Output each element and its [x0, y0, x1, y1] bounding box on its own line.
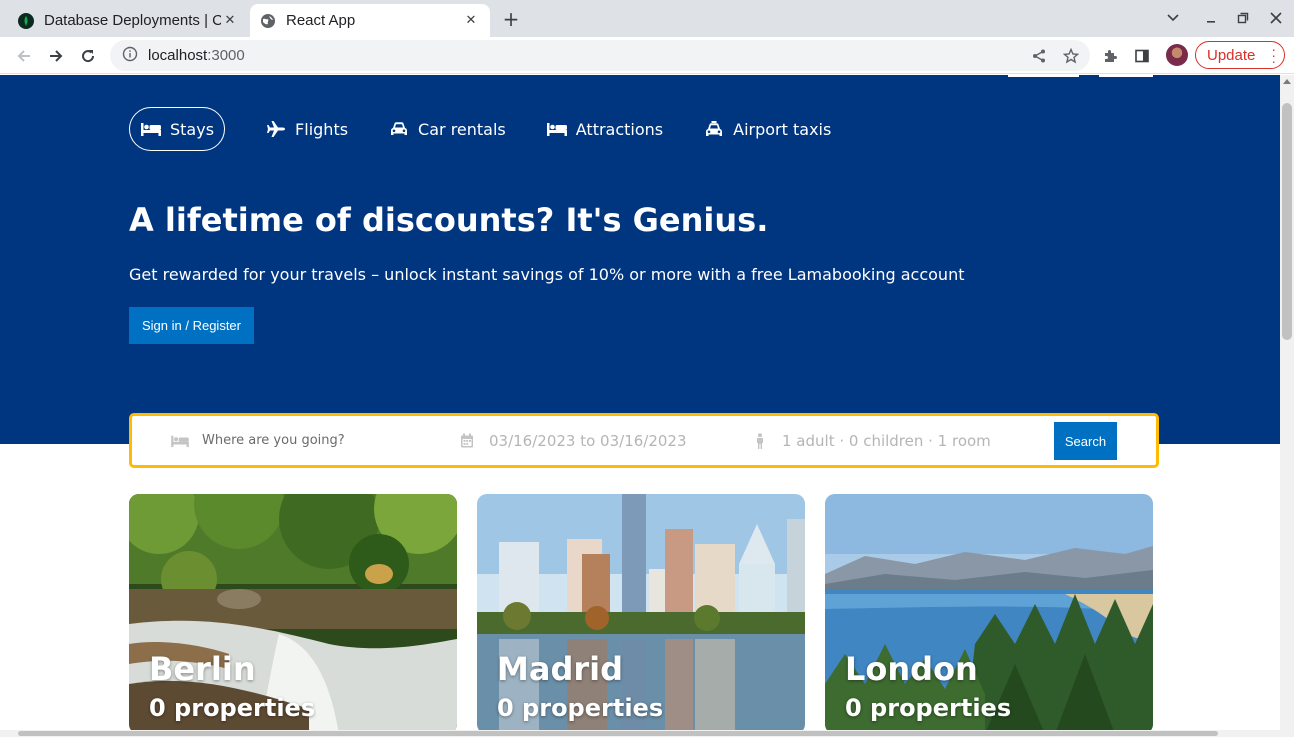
globe-icon	[260, 13, 276, 29]
restore-icon[interactable]	[1233, 8, 1253, 28]
featured-cities: Berlin 0 properties Madrid 0 properties …	[129, 494, 1173, 730]
close-icon[interactable]: ✕	[462, 12, 480, 30]
close-window-icon[interactable]	[1266, 8, 1286, 28]
header-nav: Stays Flights Car rentals Attractions Ai…	[129, 107, 871, 151]
nav-item-label: Car rentals	[418, 119, 506, 139]
destination-input[interactable]	[202, 433, 402, 448]
bookmark-star-icon[interactable]	[1059, 44, 1083, 68]
hero-header: Stays Flights Car rentals Attractions Ai…	[0, 75, 1280, 444]
calendar-icon	[457, 433, 477, 449]
hero-description: Get rewarded for your travels – unlock i…	[129, 265, 965, 284]
tab-search-icon[interactable]	[1163, 8, 1183, 28]
card-city-name: Berlin	[149, 650, 256, 688]
card-properties-count: 0 properties	[149, 694, 316, 722]
destination-field[interactable]	[170, 416, 402, 465]
guests-field[interactable]: 1 adult · 0 children · 1 room	[750, 416, 991, 465]
bed-icon	[140, 120, 162, 138]
browser-tab-bar: Database Deployments | C ✕ React App ✕ +	[0, 0, 1294, 37]
address-bar[interactable]: localhost:3000	[110, 40, 1090, 71]
page-viewport: Stays Flights Car rentals Attractions Ai…	[0, 75, 1280, 730]
reload-icon[interactable]	[76, 44, 100, 68]
plane-icon	[265, 120, 287, 138]
nav-item-airport-taxis[interactable]: Airport taxis	[703, 107, 831, 151]
nav-item-flights[interactable]: Flights	[265, 107, 348, 151]
mongodb-leaf-icon	[18, 12, 34, 29]
card-properties-count: 0 properties	[497, 694, 664, 722]
minimize-icon[interactable]	[1201, 8, 1221, 28]
more-menu-icon[interactable]: · · ·	[1271, 42, 1276, 68]
nav-item-label: Attractions	[575, 119, 664, 139]
update-label: Update	[1207, 46, 1256, 64]
update-button[interactable]: Update · · ·	[1195, 41, 1285, 69]
info-icon[interactable]	[122, 46, 138, 66]
bed-icon	[546, 120, 568, 138]
browser-toolbar: localhost:3000	[0, 37, 1294, 74]
back-icon[interactable]	[12, 44, 36, 68]
top-divider	[1008, 75, 1079, 77]
nav-item-stays[interactable]: Stays	[129, 107, 226, 151]
nav-item-label: Airport taxis	[733, 119, 832, 139]
sign-in-register-button[interactable]: Sign in / Register	[129, 307, 254, 344]
featured-card-madrid[interactable]: Madrid 0 properties	[477, 494, 805, 730]
nav-item-label: Stays	[170, 119, 215, 139]
tab-title: React App	[286, 12, 356, 29]
taxi-icon	[703, 120, 725, 138]
scroll-up-arrow-icon[interactable]	[1283, 79, 1291, 84]
nav-item-label: Flights	[295, 119, 349, 139]
date-field[interactable]: 03/16/2023 to 03/16/2023	[457, 416, 687, 465]
hero-title: A lifetime of discounts? It's Genius.	[129, 201, 769, 239]
side-panel-icon[interactable]	[1130, 44, 1154, 68]
search-bar: 03/16/2023 to 03/16/2023 1 adult · 0 chi…	[129, 413, 1159, 468]
new-tab-button[interactable]: +	[500, 7, 522, 31]
profile-avatar[interactable]	[1166, 44, 1188, 66]
car-icon	[388, 120, 410, 138]
extensions-icon[interactable]	[1098, 44, 1122, 68]
close-icon[interactable]: ✕	[221, 12, 239, 30]
scrollbar-thumb[interactable]	[1282, 103, 1292, 340]
bed-icon	[170, 433, 190, 449]
card-city-name: Madrid	[497, 650, 623, 688]
featured-card-london[interactable]: London 0 properties	[825, 494, 1153, 730]
scrollbar-thumb[interactable]	[18, 731, 1218, 736]
share-icon[interactable]	[1027, 44, 1051, 68]
featured-card-berlin[interactable]: Berlin 0 properties	[129, 494, 457, 730]
card-properties-count: 0 properties	[845, 694, 1012, 722]
search-button[interactable]: Search	[1054, 422, 1117, 460]
forward-icon[interactable]	[44, 44, 68, 68]
horizontal-scrollbar[interactable]	[0, 730, 1294, 737]
person-icon	[750, 432, 770, 449]
guests-text: 1 adult · 0 children · 1 room	[782, 431, 991, 450]
card-city-name: London	[845, 650, 978, 688]
top-divider	[1099, 75, 1153, 77]
vertical-scrollbar[interactable]	[1280, 75, 1294, 730]
tab-title: Database Deployments | C	[44, 12, 221, 29]
date-range-text: 03/16/2023 to 03/16/2023	[489, 431, 687, 450]
nav-item-attractions[interactable]: Attractions	[546, 107, 663, 151]
tab-database-deployments[interactable]: Database Deployments | C ✕	[8, 4, 249, 37]
url-text: localhost:3000	[148, 47, 245, 64]
tab-react-app[interactable]: React App ✕	[250, 4, 490, 37]
nav-item-car-rentals[interactable]: Car rentals	[388, 107, 506, 151]
